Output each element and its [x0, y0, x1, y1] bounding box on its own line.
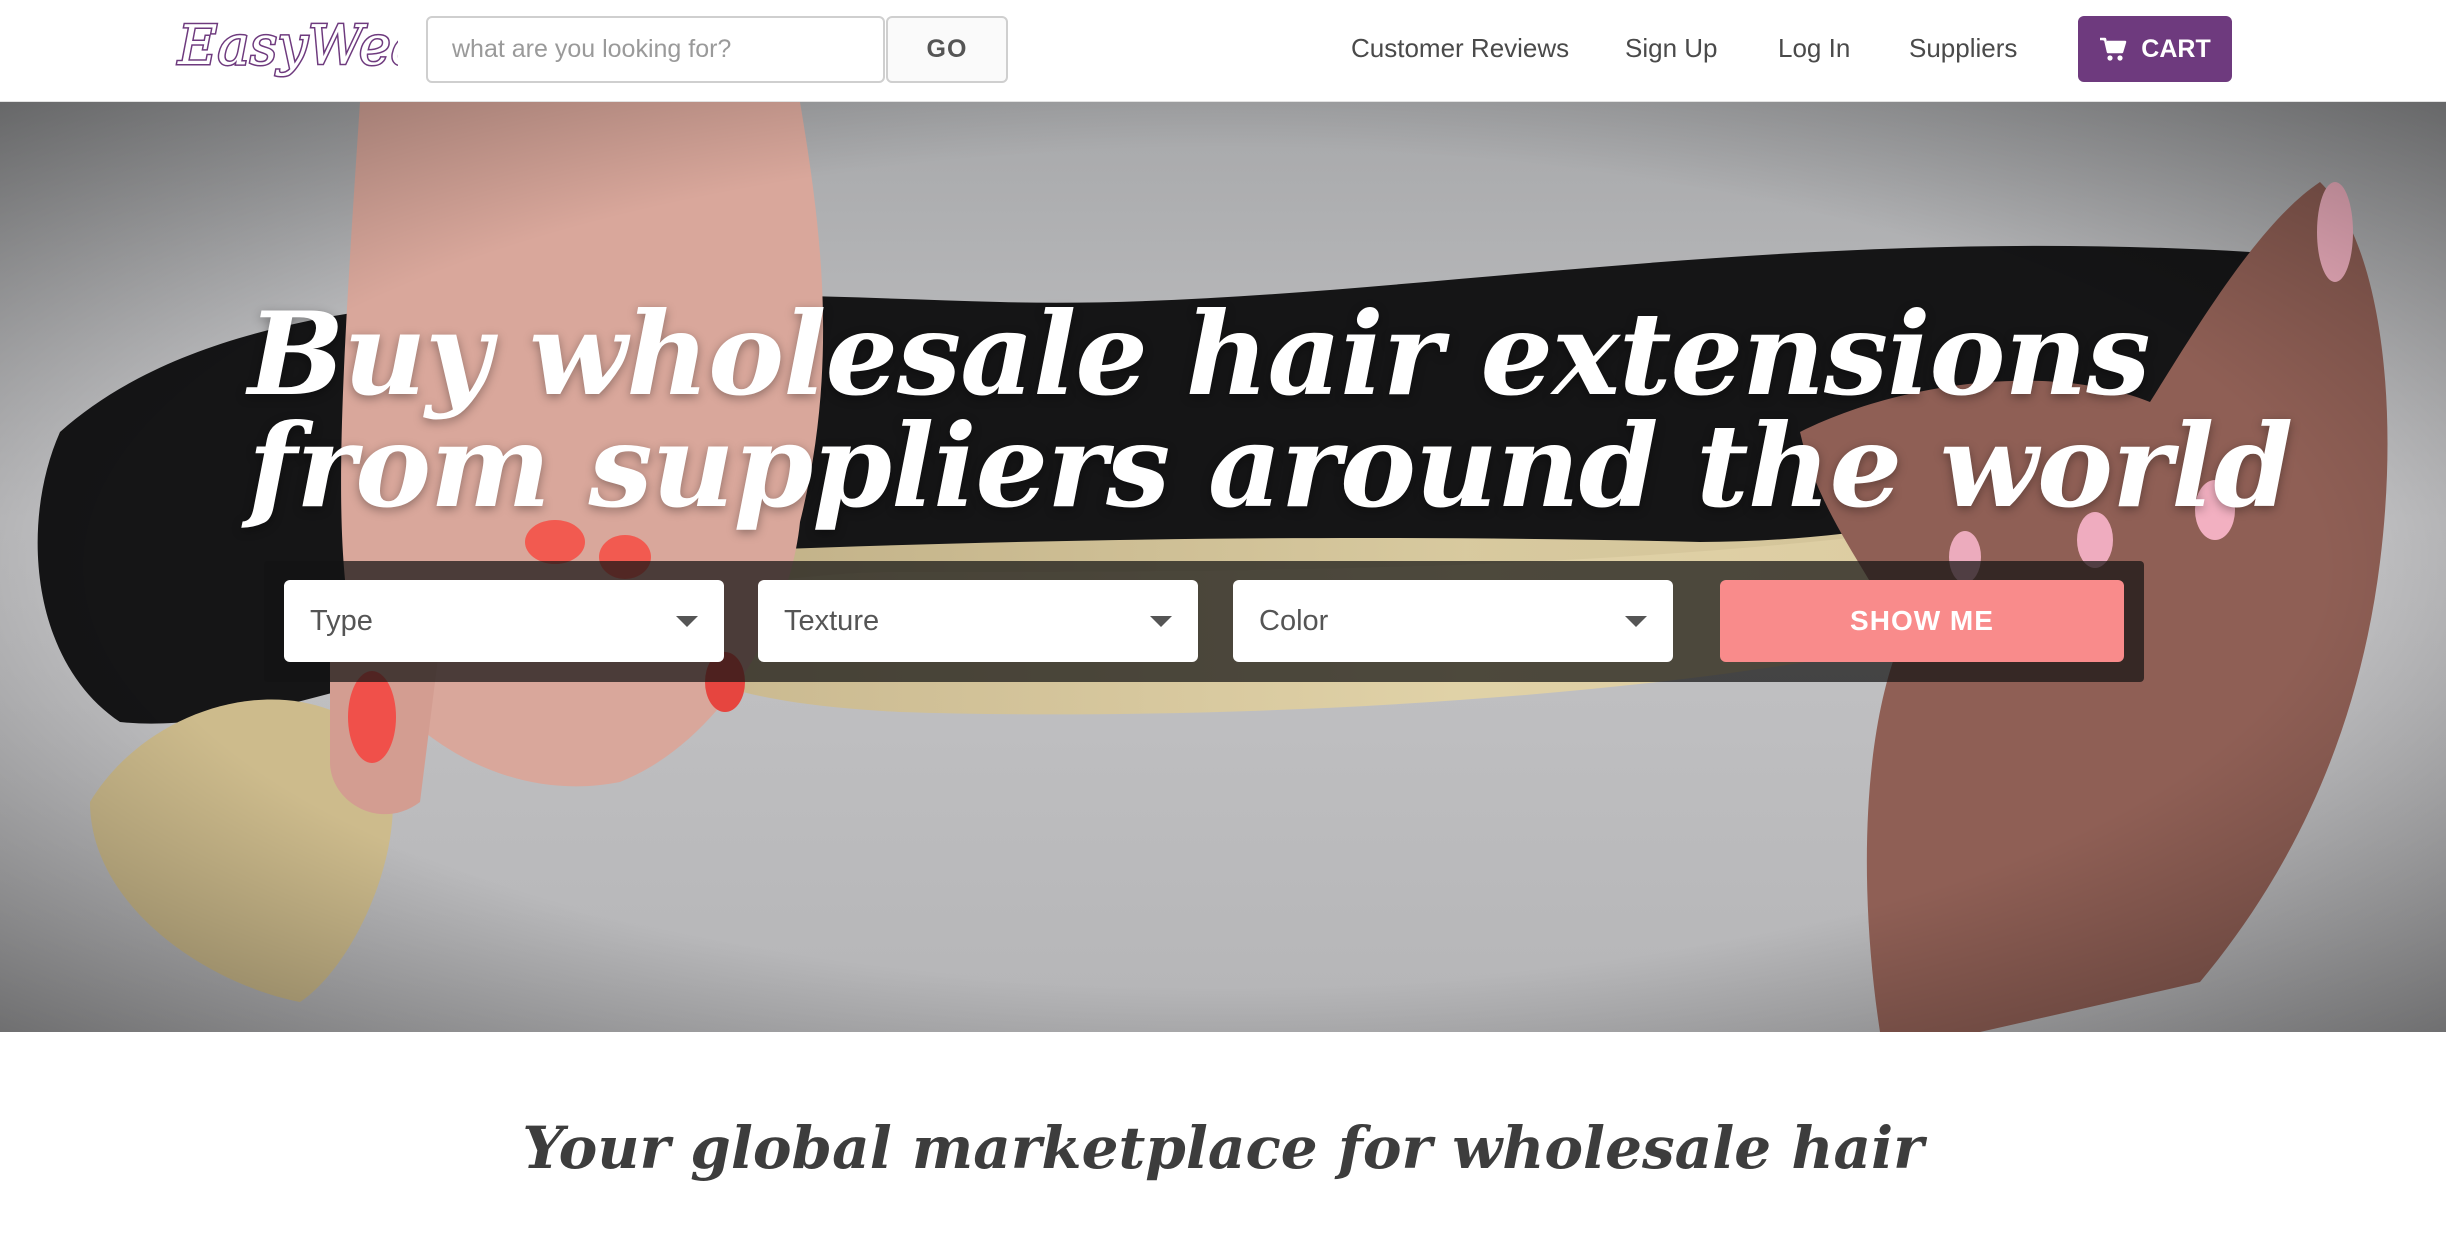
- nav-customer-reviews[interactable]: Customer Reviews: [1351, 33, 1569, 64]
- hero-headline: Buy wholesale hair extensions from suppl…: [248, 287, 2298, 533]
- hero-headline-line-1: Buy wholesale hair extensions: [248, 287, 2151, 421]
- caret-down-icon: [1150, 615, 1172, 627]
- type-select[interactable]: Type: [284, 580, 724, 662]
- show-me-button[interactable]: SHOW ME: [1720, 580, 2124, 662]
- nav-suppliers[interactable]: Suppliers: [1909, 33, 2017, 64]
- logo-wordmark-graphic: EasyWeave: [176, 13, 399, 79]
- hero-banner: Buy wholesale hair extensions from suppl…: [0, 102, 2446, 1032]
- color-select[interactable]: Color: [1233, 580, 1673, 662]
- texture-select[interactable]: Texture: [758, 580, 1198, 662]
- cart-button[interactable]: CART: [2078, 16, 2232, 82]
- search-input[interactable]: [426, 16, 885, 83]
- caret-down-icon: [676, 615, 698, 627]
- hero-headline-line-2: from suppliers around the world: [248, 399, 2293, 533]
- color-select-label: Color: [1259, 604, 1329, 637]
- product-filter-bar: Type Texture Color SHOW ME: [264, 561, 2144, 682]
- go-button[interactable]: GO: [886, 16, 1008, 83]
- site-header: EasyWeave GO Customer Reviews Sign Up Lo…: [0, 0, 2446, 102]
- shopping-cart-icon: [2100, 37, 2127, 61]
- show-me-label: SHOW ME: [1850, 605, 1994, 636]
- cart-label: CART: [2141, 34, 2211, 63]
- nav-sign-up[interactable]: Sign Up: [1625, 33, 1718, 64]
- svg-text:EasyWeave: EasyWeave: [177, 14, 398, 77]
- marketplace-tagline: Your global marketplace for wholesale ha…: [522, 1114, 1924, 1182]
- easyweave-logo[interactable]: EasyWeave: [172, 6, 399, 88]
- caret-down-icon: [1625, 615, 1647, 627]
- nav-log-in[interactable]: Log In: [1778, 33, 1850, 64]
- texture-select-label: Texture: [784, 604, 880, 637]
- type-select-label: Type: [310, 604, 373, 637]
